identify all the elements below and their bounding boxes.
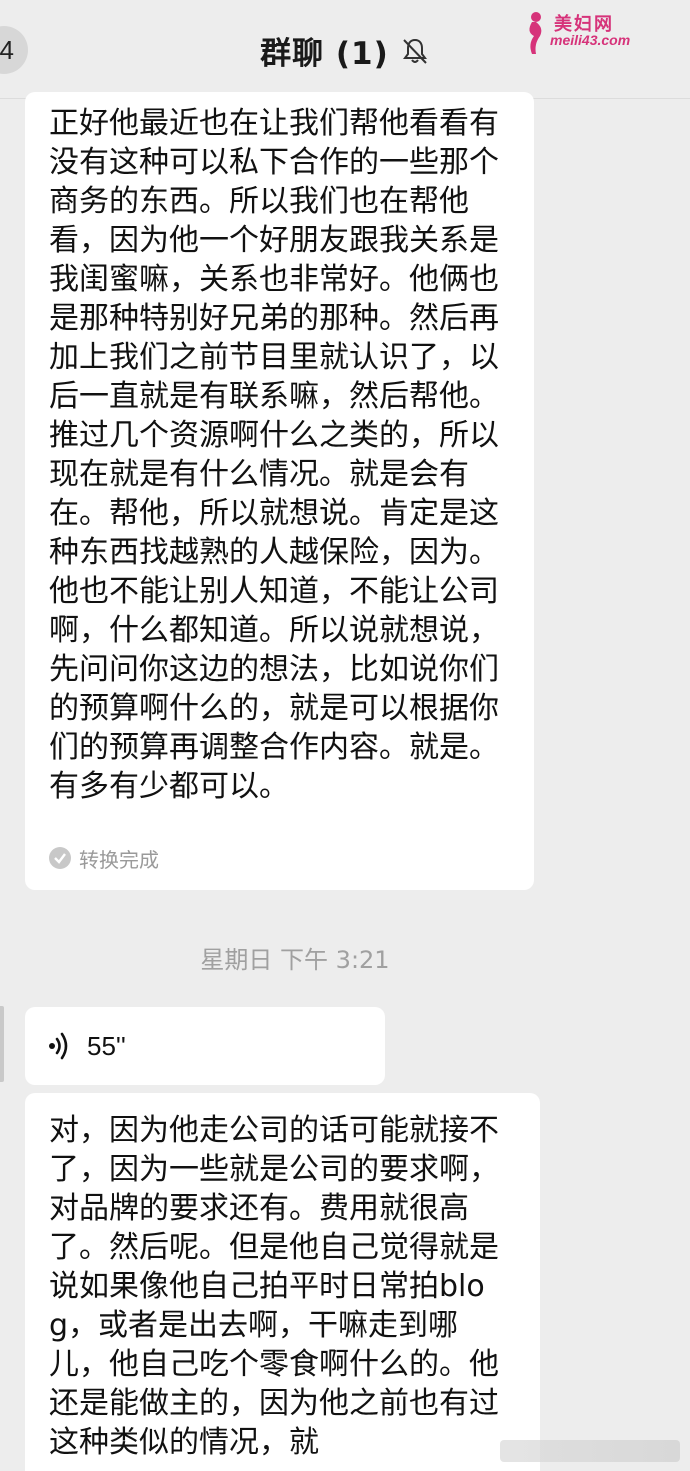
avatar[interactable] <box>0 1006 4 1082</box>
chat-screen: 4 群聊 (1) 美妇网 meili43.com 正好他最近也在让我们帮他看看有… <box>0 0 690 1471</box>
message-timestamp: 星期日 下午 3:21 <box>200 946 390 974</box>
chat-header: 4 群聊 (1) 美妇网 meili43.com <box>0 0 690 99</box>
voice-message-bubble[interactable]: 55'' <box>25 1007 385 1085</box>
voice-wave-icon <box>47 1031 73 1061</box>
bottom-watermark <box>500 1440 680 1462</box>
watermark-url: meili43.com <box>550 32 631 48</box>
message-text: 正好他最近也在让我们帮他看看有没有这种可以私下合作的一些那个商务的东西。所以我们… <box>49 106 499 804</box>
watermark-figure-icon <box>520 10 548 54</box>
voice-duration: 55'' <box>87 1030 126 1061</box>
conversion-status-label: 转换完成 <box>79 847 159 872</box>
bell-off-icon <box>400 36 430 66</box>
conversion-status: 转换完成 <box>49 844 159 872</box>
check-circle-icon <box>49 847 71 869</box>
message-text: 对，因为他走公司的话可能就接不了，因为一些就是公司的要求啊，对品牌的要求还有。费… <box>49 1113 499 1460</box>
message-bubble-transcript-2[interactable]: 对，因为他走公司的话可能就接不了，因为一些就是公司的要求啊，对品牌的要求还有。费… <box>25 1093 540 1471</box>
site-watermark: 美妇网 meili43.com <box>520 10 660 56</box>
chat-title[interactable]: 群聊 (1) <box>260 28 389 73</box>
message-bubble-transcript[interactable]: 正好他最近也在让我们帮他看看有没有这种可以私下合作的一些那个商务的东西。所以我们… <box>25 92 534 890</box>
